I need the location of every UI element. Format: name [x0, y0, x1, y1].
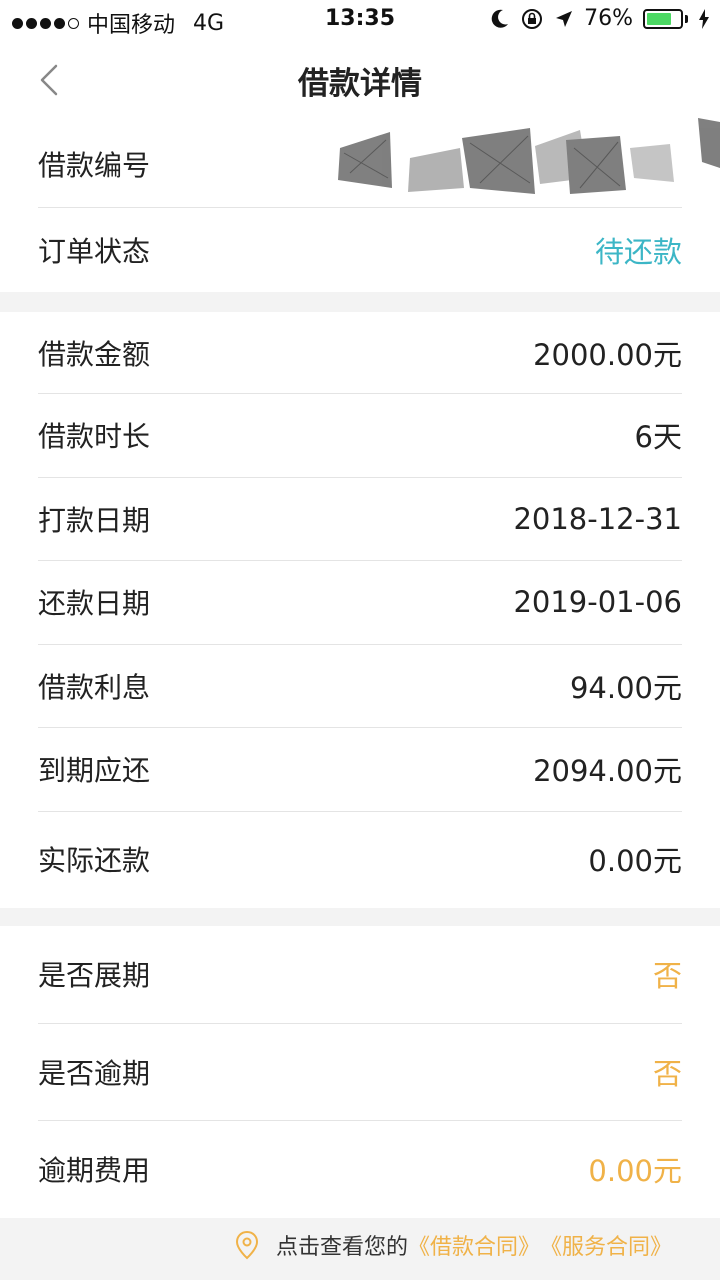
location-arrow-icon	[556, 10, 573, 27]
detail-label: 借款时长	[38, 420, 151, 453]
order-status-label: 订单状态	[38, 235, 151, 268]
detail-value: 0.00元	[588, 844, 682, 878]
detail-label: 实际还款	[38, 844, 151, 877]
detail-label: 打款日期	[38, 504, 151, 537]
rotation-lock-icon	[522, 8, 543, 29]
overdue-row: 是否逾期 否	[38, 1024, 682, 1120]
detail-value: 6天	[634, 420, 682, 454]
detail-value: 94.00元	[569, 671, 682, 705]
status-bar: 中国移动 4G 13:35 76%	[0, 0, 720, 40]
detail-row: 还款日期 2019-01-06	[38, 561, 682, 643]
charging-bolt-icon	[699, 8, 709, 29]
detail-row: 到期应还 2094.00元	[38, 728, 682, 810]
footer-prefix-text: 点击查看您的	[275, 1235, 408, 1260]
battery-fill	[647, 12, 672, 25]
screen: 中国移动 4G 13:35 76% 借款详情 借款编号 订单状态 待还款 借款金…	[0, 0, 720, 1280]
moon-icon	[491, 9, 509, 28]
overdue-label: 是否逾期	[38, 1057, 151, 1090]
loan-number-label: 借款编号	[38, 149, 151, 182]
overdue-value: 0.00元	[588, 1154, 682, 1188]
status-right: 76%	[490, 6, 710, 31]
overdue-row: 是否展期 否	[38, 926, 682, 1022]
detail-row: 借款时长 6天	[38, 394, 682, 476]
detail-value: 2094.00元	[533, 754, 682, 788]
order-status-value: 待还款	[594, 235, 682, 269]
battery-percent: 76%	[584, 6, 633, 31]
service-contract-link[interactable]: 《服务合同》	[540, 1229, 672, 1261]
detail-label: 到期应还	[38, 754, 151, 787]
detail-label: 还款日期	[38, 587, 151, 620]
battery-icon	[643, 8, 688, 29]
order-status-row: 订单状态 待还款	[38, 208, 682, 292]
loan-contract-link[interactable]: 《借款合同》	[408, 1229, 540, 1261]
detail-value: 2019-01-06	[513, 585, 682, 619]
redacted-loan-number	[338, 118, 720, 194]
detail-row: 打款日期 2018-12-31	[38, 478, 682, 560]
detail-value: 2000.00元	[533, 338, 682, 372]
navigation-bar: 借款详情	[0, 40, 720, 120]
detail-label: 借款利息	[38, 671, 151, 704]
page-title: 借款详情	[298, 66, 422, 102]
detail-label: 借款金额	[38, 338, 151, 371]
contract-footer: 点击查看您的 《借款合同》 《服务合同》	[0, 1218, 720, 1280]
detail-row: 借款利息 94.00元	[38, 645, 682, 727]
overdue-label: 逾期费用	[38, 1154, 151, 1187]
detail-value: 2018-12-31	[513, 502, 682, 536]
contract-links: 点击查看您的 《借款合同》 《服务合同》	[234, 1229, 672, 1261]
overdue-row: 逾期费用 0.00元	[38, 1121, 682, 1217]
overdue-value: 否	[652, 1057, 682, 1091]
detail-row: 借款金额 2000.00元	[38, 312, 682, 394]
location-pin-icon	[235, 1230, 258, 1260]
overdue-value: 否	[652, 959, 682, 993]
overdue-label: 是否展期	[38, 959, 151, 992]
detail-row: 实际还款 0.00元	[38, 812, 682, 906]
